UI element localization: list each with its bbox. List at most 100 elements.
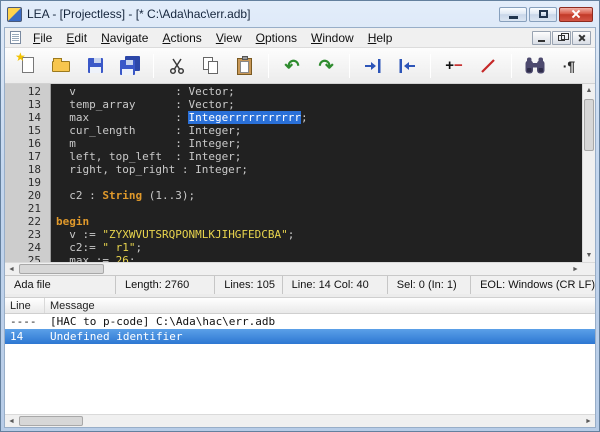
message-line-cell: ----	[5, 315, 45, 328]
code-line-14: max : Integerrrrrrrrrrr;	[56, 111, 582, 124]
messages-scroll-left-button[interactable]	[5, 415, 18, 427]
line-number: 13	[5, 98, 41, 111]
messages-scroll-right-button[interactable]	[582, 415, 595, 427]
scroll-right-button[interactable]	[569, 263, 582, 275]
menu-bar: FileEditNavigateActionsViewOptionsWindow…	[5, 28, 595, 48]
maximize-button[interactable]	[529, 7, 557, 22]
scroll-down-button[interactable]	[583, 249, 595, 262]
mdi-minimize-button[interactable]	[532, 31, 551, 45]
scroll-left-button[interactable]	[5, 263, 18, 275]
save-all-button[interactable]	[116, 52, 144, 80]
editor-horizontal-scrollbar[interactable]	[5, 263, 582, 275]
status-bar: Ada fileLength: 2760Lines: 105Line: 14 C…	[5, 275, 595, 294]
messages-list[interactable]: ----[HAC to p-code] C:\Ada\hac\err.adb14…	[5, 314, 595, 414]
mdi-close-button[interactable]	[572, 31, 591, 45]
code-line-16: m : Integer;	[56, 137, 582, 150]
toolbar-separator	[430, 54, 431, 78]
toolbar: ★ ↶ ↷ +− ·¶	[5, 48, 595, 84]
binoculars-icon	[524, 56, 546, 76]
window-controls	[497, 7, 593, 22]
messages-column-line[interactable]: Line	[5, 298, 45, 313]
open-folder-icon	[51, 56, 73, 76]
find-button[interactable]	[521, 52, 549, 80]
new-document-icon: ★	[17, 56, 39, 76]
copy-icon	[200, 56, 222, 76]
scrollbar-corner	[582, 263, 595, 275]
indent-icon	[362, 56, 384, 76]
save-icon	[85, 56, 107, 76]
indent-button[interactable]	[359, 52, 387, 80]
messages-hscroll-thumb[interactable]	[19, 416, 83, 426]
messages-column-message[interactable]: Message	[45, 298, 595, 313]
open-file-button[interactable]	[48, 52, 76, 80]
menu-item-file[interactable]: File	[26, 29, 59, 47]
client-area: FileEditNavigateActionsViewOptionsWindow…	[4, 27, 596, 428]
menu-item-window[interactable]: Window	[304, 29, 361, 47]
line-number: 18	[5, 163, 41, 176]
menu-item-navigate[interactable]: Navigate	[94, 29, 155, 47]
paste-button[interactable]	[231, 52, 259, 80]
line-number: 20	[5, 189, 41, 202]
document-system-icon[interactable]	[10, 31, 21, 44]
save-file-button[interactable]	[82, 52, 110, 80]
redo-arrow-icon: ↷	[315, 56, 337, 76]
red-slash-button[interactable]	[474, 52, 502, 80]
mdi-restore-icon	[558, 35, 565, 41]
editor-code[interactable]: v : Vector; temp_array : Vector; max : I…	[51, 84, 582, 262]
new-document-button[interactable]: ★	[14, 52, 42, 80]
toolbar-separator	[349, 54, 350, 78]
redo-button[interactable]: ↷	[312, 52, 340, 80]
copy-button[interactable]	[197, 52, 225, 80]
message-text-cell: Undefined identifier	[45, 330, 595, 343]
message-row[interactable]: 14Undefined identifier	[5, 329, 595, 344]
mdi-restore-button[interactable]	[552, 31, 571, 45]
menu-item-view[interactable]: View	[209, 29, 249, 47]
code-line-17: left, top_left : Integer;	[56, 150, 582, 163]
menu-item-actions[interactable]: Actions	[155, 29, 208, 47]
minimize-button[interactable]	[499, 7, 527, 22]
editor-hscroll-row	[5, 262, 595, 275]
editor-gutter: 1213141516171819202122232425	[5, 84, 51, 262]
toolbar-separator	[268, 54, 269, 78]
code-line-23: v := "ZYXWVUTSRQPONMLKJIHGFEDCBA";	[56, 228, 582, 241]
code-line-20: c2 : String (1..3);	[56, 189, 582, 202]
code-line-19	[56, 176, 582, 189]
vscroll-track[interactable]	[583, 97, 595, 249]
menu-item-edit[interactable]: Edit	[59, 29, 94, 47]
mdi-close-icon	[578, 34, 586, 42]
messages-hscroll-track[interactable]	[18, 415, 582, 427]
status-field-5: EOL: Windows (CR LF)	[471, 276, 595, 294]
message-text-cell: [HAC to p-code] C:\Ada\hac\err.adb	[45, 315, 595, 328]
line-number: 17	[5, 150, 41, 163]
status-field-0: Ada file	[5, 276, 116, 294]
title-bar[interactable]: LEA - [Projectless] - [* C:\Ada\hac\err.…	[4, 1, 596, 27]
plus-minus-icon: +−	[443, 56, 465, 76]
menu-item-options[interactable]: Options	[249, 29, 304, 47]
editor-vertical-scrollbar[interactable]	[582, 84, 595, 262]
line-number: 23	[5, 228, 41, 241]
close-button[interactable]	[559, 7, 593, 22]
menu-item-help[interactable]: Help	[361, 29, 400, 47]
show-special-characters-button[interactable]: ·¶	[555, 52, 583, 80]
mdi-window-controls	[531, 31, 591, 45]
undo-arrow-icon: ↶	[281, 56, 303, 76]
status-field-1: Length: 2760	[116, 276, 215, 294]
message-row[interactable]: ----[HAC to p-code] C:\Ada\hac\err.adb	[5, 314, 595, 329]
status-field-3: Line: 14 Col: 40	[283, 276, 388, 294]
status-field-2: Lines: 105	[215, 276, 282, 294]
vscroll-thumb[interactable]	[584, 99, 594, 151]
hscroll-track[interactable]	[18, 263, 569, 275]
editor[interactable]: 1213141516171819202122232425 v : Vector;…	[5, 84, 595, 262]
scroll-up-button[interactable]	[583, 84, 595, 97]
pilcrow-icon: ·¶	[558, 56, 580, 76]
toolbar-separator	[511, 54, 512, 78]
plus-minus-button[interactable]: +−	[440, 52, 468, 80]
undo-button[interactable]: ↶	[278, 52, 306, 80]
app-window: LEA - [Projectless] - [* C:\Ada\hac\err.…	[0, 0, 600, 432]
hscroll-thumb[interactable]	[19, 264, 104, 274]
messages-horizontal-scrollbar[interactable]	[5, 414, 595, 427]
unindent-button[interactable]	[393, 52, 421, 80]
code-line-15: cur_length : Integer;	[56, 124, 582, 137]
cut-button[interactable]	[163, 52, 191, 80]
line-number: 14	[5, 111, 41, 124]
